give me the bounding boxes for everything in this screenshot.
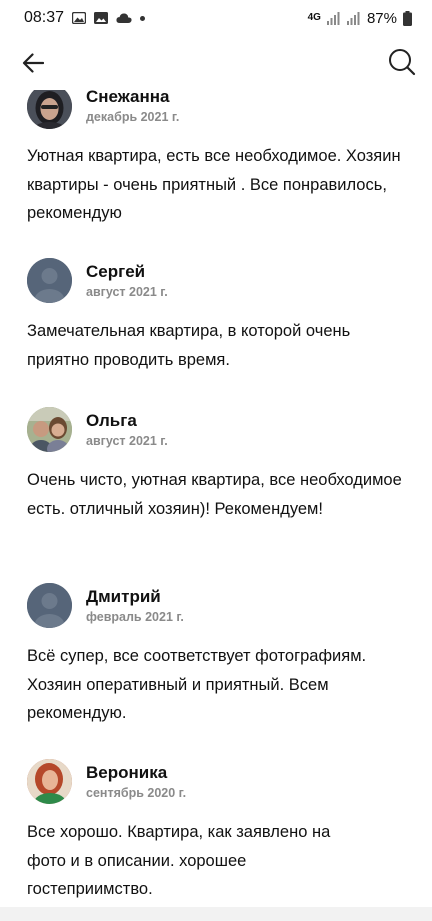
app-bar [0, 36, 432, 90]
review-date: август 2021 г. [86, 434, 168, 448]
review-date: декабрь 2021 г. [86, 110, 180, 124]
review-text: Очень чисто, уютная квартира, все необхо… [27, 471, 402, 518]
avatar-photo-icon [27, 759, 72, 804]
arrow-left-icon [22, 53, 44, 73]
signal-icon-2 [346, 12, 360, 25]
reviewer-name: Сергей [86, 262, 146, 281]
default-avatar-icon [27, 258, 72, 303]
status-right: 4G 87% [308, 10, 412, 27]
avatar[interactable] [27, 258, 72, 303]
signal-icon [326, 12, 340, 25]
back-button[interactable] [16, 46, 50, 80]
review-text: Всё супер, все соответствует фотографиям… [27, 647, 367, 722]
battery-percent: 87% [366, 9, 397, 27]
avatar-photo-icon [27, 407, 72, 452]
status-left: 08:37 [24, 9, 146, 27]
reviews-list[interactable]: Снежанна декабрь 2021 г. Уютная квартира… [0, 90, 432, 921]
avatar[interactable] [27, 90, 72, 129]
review-date: сентябрь 2020 г. [86, 786, 187, 800]
status-bar: 08:37 4G 87% [0, 0, 432, 36]
avatar[interactable] [27, 407, 72, 452]
review-date: август 2021 г. [86, 285, 168, 299]
reviewer-name: Дмитрий [86, 587, 161, 606]
avatar[interactable] [27, 759, 72, 804]
bottom-strip [0, 907, 432, 921]
review-text: Замечательная квартира, в которой очень … [27, 322, 351, 369]
reviewer-name: Снежанна [86, 90, 170, 106]
status-time: 08:37 [24, 9, 65, 26]
review-date: февраль 2021 г. [86, 610, 184, 624]
search-icon [389, 49, 416, 76]
avatar-photo-icon [27, 90, 72, 129]
reviewer-name: Вероника [86, 763, 168, 782]
reviewer-name: Ольга [86, 411, 137, 430]
review-text: Уютная квартира, есть все необходимое. Х… [27, 147, 401, 222]
default-avatar-icon [27, 583, 72, 628]
avatar[interactable] [27, 583, 72, 628]
network-type: 4G [307, 12, 321, 23]
notification-dot-icon [140, 15, 146, 21]
cloud-icon [116, 13, 132, 23]
image-icon [94, 12, 109, 24]
battery-icon [403, 10, 412, 26]
search-button[interactable] [384, 44, 420, 80]
review-text: Все хорошо. Квартира, как заявлено на фо… [27, 823, 331, 898]
gallery-icon [72, 12, 87, 24]
